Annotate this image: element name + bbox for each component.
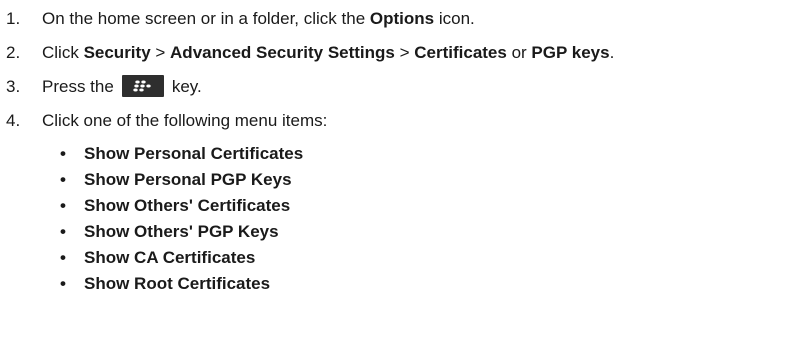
separator: > — [150, 43, 171, 62]
bullet-icon: • — [60, 274, 66, 293]
instructions-document: 1. On the home screen or in a folder, cli… — [0, 0, 786, 356]
step-number: 1. — [6, 9, 21, 28]
bullet-icon: • — [60, 170, 66, 189]
menu-item-label: Show Others' Certificates — [84, 196, 291, 215]
list-item: • Show Personal Certificates — [0, 141, 786, 167]
step-3: 3. Press the key. — [0, 70, 786, 104]
step-4: 4. Click one of the following menu items: — [0, 104, 786, 138]
step-text: Click — [42, 43, 84, 62]
step-text: On the home screen or in a folder, click… — [42, 9, 370, 28]
bullet-icon: • — [60, 222, 66, 241]
steps-list: 1. On the home screen or in a folder, cli… — [0, 2, 786, 138]
list-item: • Show Others' Certificates — [0, 193, 786, 219]
bullet-icon: • — [60, 196, 66, 215]
step-text: . — [609, 43, 615, 62]
menu-item-label: Show Root Certificates — [84, 274, 271, 293]
separator: > — [394, 43, 415, 62]
step-2: 2. Click Security > Advanced Security Set… — [0, 36, 786, 70]
blackberry-menu-key-icon — [121, 75, 164, 98]
step-text: key. — [171, 77, 202, 96]
bullet-icon: • — [60, 144, 66, 163]
menu-item-label: Show Others' PGP Keys — [84, 222, 279, 241]
step-text: Press the — [42, 77, 114, 96]
bullet-icon: • — [60, 248, 66, 267]
list-item: • Show Others' PGP Keys — [0, 219, 786, 245]
security-term: Security — [83, 43, 151, 62]
menu-item-label: Show Personal PGP Keys — [84, 170, 292, 189]
step-text: Click one of the following menu items: — [42, 111, 328, 130]
menu-items-list: • Show Personal Certificates • Show Person… — [0, 141, 786, 297]
step-1: 1. On the home screen or in a folder, cli… — [0, 2, 786, 36]
step-number: 2. — [6, 43, 21, 62]
menu-item-label: Show CA Certificates — [84, 248, 256, 267]
step-text: icon. — [434, 9, 475, 28]
list-item: • Show Root Certificates — [0, 271, 786, 297]
advanced-security-settings-term: Advanced Security Settings — [170, 43, 395, 62]
options-term: Options — [369, 9, 435, 28]
step-number: 4. — [6, 111, 21, 130]
menu-item-label: Show Personal Certificates — [84, 144, 304, 163]
list-item: • Show Personal PGP Keys — [0, 167, 786, 193]
list-item: • Show CA Certificates — [0, 245, 786, 271]
pgp-keys-term: PGP keys — [531, 43, 610, 62]
step-number: 3. — [6, 77, 21, 96]
step-text: or — [506, 43, 532, 62]
certificates-term: Certificates — [414, 43, 507, 62]
